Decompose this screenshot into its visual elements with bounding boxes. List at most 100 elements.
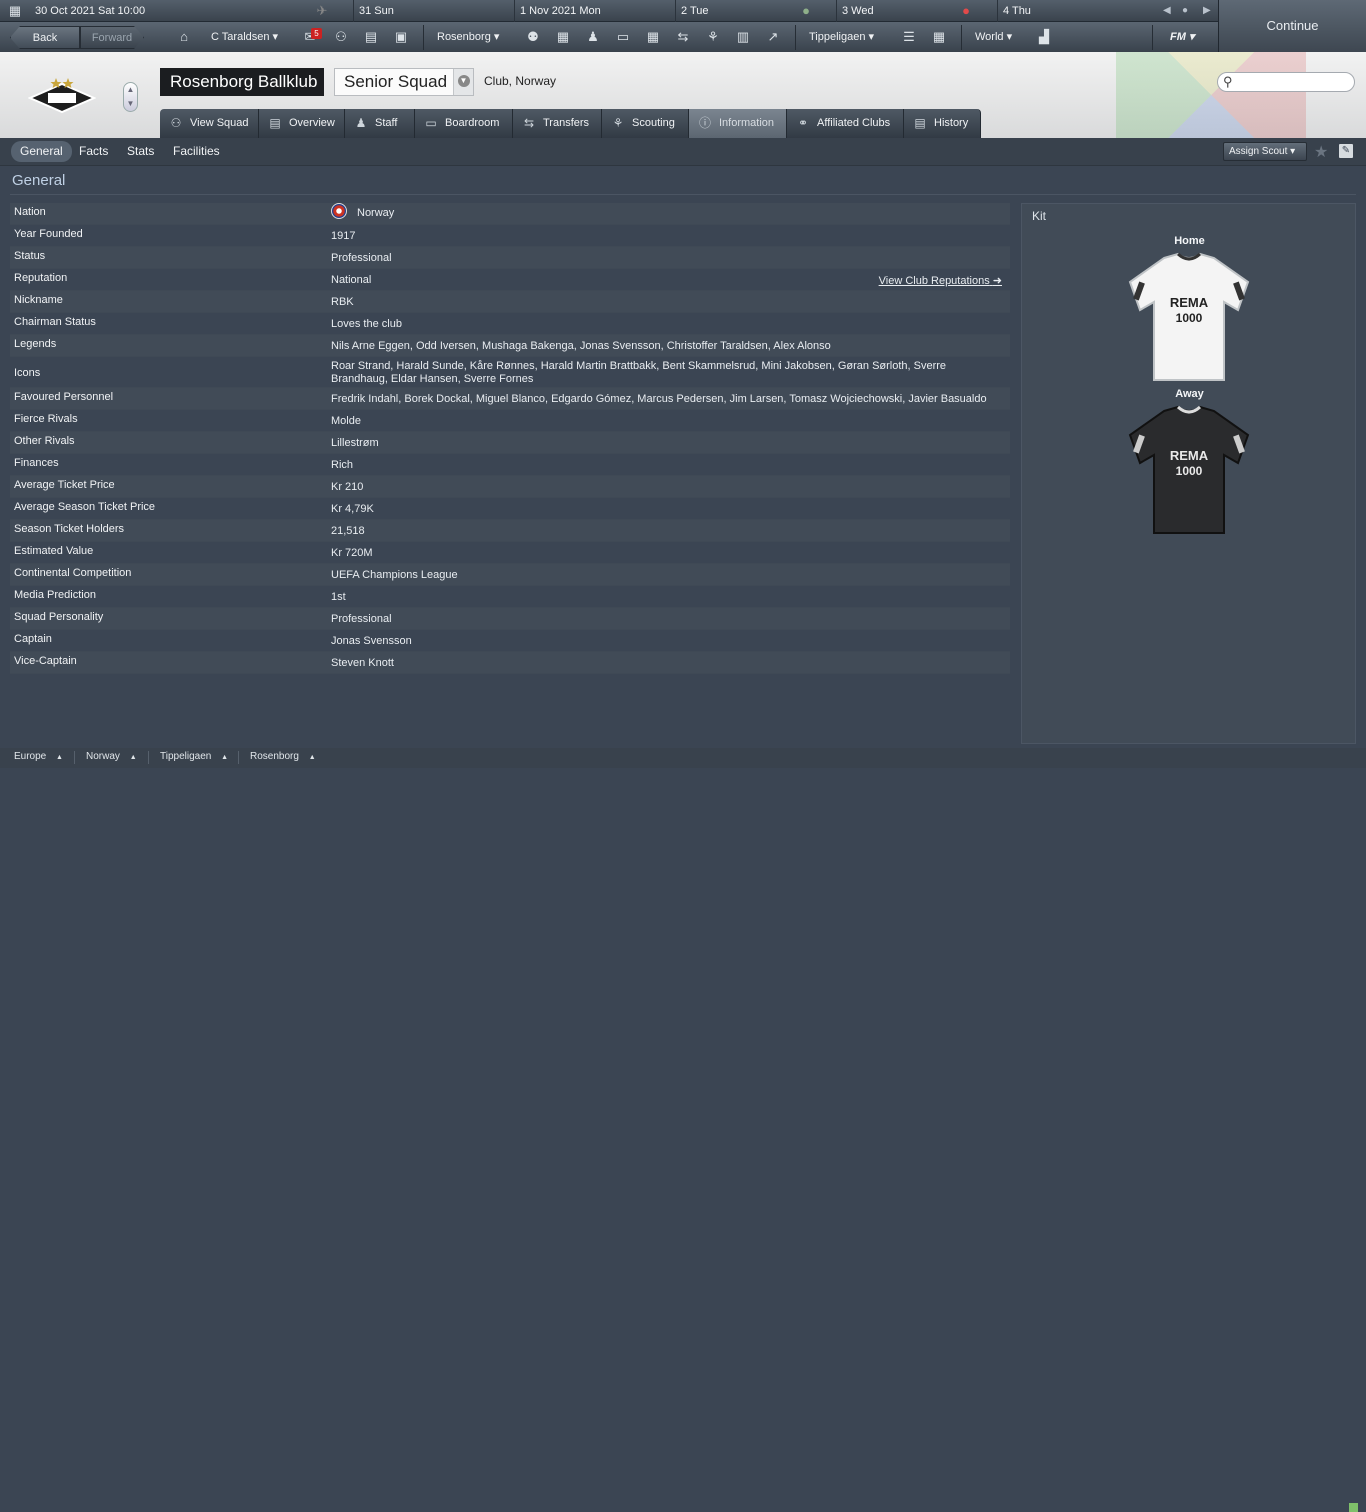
notes-icon[interactable]: ✎ <box>1339 144 1353 158</box>
row-label: Media Prediction <box>14 589 96 601</box>
info-row: Finances Rich <box>10 454 1010 476</box>
favourite-star-icon[interactable]: ★ <box>1314 142 1328 162</box>
row-value[interactable]: Nils Arne Eggen, Odd Iversen, Mushaga Ba… <box>331 340 1001 353</box>
row-value[interactable]: UEFA Champions League <box>331 569 1001 582</box>
squad-select-arrow[interactable]: ▼ <box>453 69 473 95</box>
row-value[interactable]: Norway <box>331 203 1001 220</box>
calendar-next-icon[interactable]: ▶ <box>1203 0 1211 22</box>
back-button[interactable]: Back <box>10 26 80 49</box>
subtab-stats[interactable]: Stats <box>118 141 163 162</box>
club-dropdown[interactable]: Rosenborg ▾ <box>437 26 499 49</box>
club-nation-label: Club, Norway <box>484 74 557 88</box>
view-club-reputations-link[interactable]: View Club Reputations ➜ <box>879 274 1002 287</box>
row-label: Average Ticket Price <box>14 479 115 491</box>
home-sponsor-text: REMA <box>1170 295 1209 310</box>
briefcase-icon[interactable]: ▣ <box>393 29 409 45</box>
club-switch-stepper[interactable]: ▲ ▼ <box>123 82 138 112</box>
squad-icon[interactable]: ⚉ <box>525 29 541 45</box>
tab-history[interactable]: ▤ History <box>904 109 981 138</box>
row-value[interactable]: Molde <box>331 415 1001 428</box>
row-value: Professional <box>331 613 392 625</box>
club-name: Rosenborg <box>437 31 491 43</box>
calendar-day[interactable]: 1 Nov 2021 Mon <box>514 0 674 22</box>
row-label: Icons <box>14 367 41 379</box>
world-label: World <box>975 31 1004 43</box>
tab-view-squad[interactable]: ⚇ View Squad <box>160 109 259 138</box>
row-value[interactable]: Lillestrøm <box>331 437 1001 450</box>
tab-staff[interactable]: ♟ Staff <box>345 109 415 138</box>
info-row: Continental Competition UEFA Champions Le… <box>10 564 1010 586</box>
league-name: Tippeligaen <box>809 31 866 43</box>
assign-scout-button[interactable]: Assign Scout ▾ <box>1223 142 1307 161</box>
manager-dropdown[interactable]: C Taraldsen ▾ <box>211 26 278 49</box>
compare-icon[interactable]: ▥ <box>735 29 751 45</box>
squad-icon: ⚇ <box>170 116 182 130</box>
tab-affiliated-clubs[interactable]: ⚭ Affiliated Clubs <box>787 109 904 138</box>
fm-menu[interactable]: FM ▾ <box>1170 26 1194 49</box>
breadcrumb-item[interactable]: Tippeligaen ▲ <box>160 751 228 762</box>
calendar-icon[interactable]: ▦ <box>7 3 23 19</box>
chevron-up-icon: ▲ <box>221 754 229 761</box>
league-dropdown[interactable]: Tippeligaen ▾ <box>809 26 874 49</box>
row-value[interactable]: Roar Strand, Harald Sunde, Kåre Rønnes, … <box>331 360 1001 386</box>
info-row: Status Professional <box>10 247 1010 269</box>
subtab-facilities[interactable]: Facilities <box>164 141 229 162</box>
stats-icon[interactable]: ↗ <box>765 29 781 45</box>
tab-boardroom[interactable]: ▭ Boardroom <box>415 109 513 138</box>
tab-information[interactable]: ⓘ Information <box>689 109 787 138</box>
schedule-icon[interactable]: ▦ <box>645 29 661 45</box>
tab-label: View Squad <box>190 117 249 129</box>
tab-label: Staff <box>375 117 398 129</box>
top-bar: ▦ 30 Oct 2021 Sat 10:00 ✈ 31 Sun 1 Nov 2… <box>0 0 1366 52</box>
row-value: RBK <box>331 296 354 308</box>
search-input[interactable]: ⚲ <box>1217 72 1355 92</box>
club-header: ▲ ▼ Rosenborg Ballklub Senior Squad ▼ Clu… <box>0 52 1366 138</box>
breadcrumb-item[interactable]: Europe ▲ <box>14 751 63 762</box>
row-value[interactable]: Fredrik Indahl, Borek Dockal, Miguel Bla… <box>331 393 1001 406</box>
breadcrumb-item[interactable]: Rosenborg ▲ <box>250 751 316 762</box>
breadcrumb-item[interactable]: Norway ▲ <box>86 751 137 762</box>
breadcrumb-label: Europe <box>14 751 47 762</box>
scouting-icon[interactable]: ⚘ <box>705 29 721 45</box>
world-dropdown[interactable]: World ▾ <box>975 26 1012 49</box>
row-label: Chairman Status <box>14 316 96 328</box>
clipboard-icon[interactable]: ▤ <box>363 29 379 45</box>
chevron-up-icon: ▲ <box>56 754 63 761</box>
fixtures-icon[interactable]: ▦ <box>931 29 947 45</box>
tactics-icon[interactable]: ▦ <box>555 29 571 45</box>
row-value[interactable]: Jonas Svensson <box>331 635 1001 648</box>
subtab-general[interactable]: General <box>11 141 72 162</box>
calendar-day[interactable]: 31 Sun <box>353 0 513 22</box>
chevron-up-icon: ▲ <box>129 754 137 761</box>
link-icon: ⚭ <box>797 116 809 130</box>
squad-select[interactable]: Senior Squad ▼ <box>334 68 474 96</box>
continue-button[interactable]: Continue <box>1218 0 1366 52</box>
finances-icon[interactable]: ▭ <box>615 29 631 45</box>
podium-icon[interactable]: ▟ <box>1036 29 1052 45</box>
sub-tab-bar: General Facts Stats Facilities Assign Sc… <box>0 138 1366 166</box>
fm-label: FM <box>1170 31 1186 43</box>
calendar-prev-icon[interactable]: ◀ <box>1163 0 1171 22</box>
row-label: Captain <box>14 633 52 645</box>
forward-button[interactable]: Forward <box>80 26 144 49</box>
binoculars-icon: ⚘ <box>612 116 624 130</box>
tab-transfers[interactable]: ⇆ Transfers <box>513 109 602 138</box>
people-icon[interactable]: ⚇ <box>333 29 349 45</box>
info-row: Other Rivals Lillestrøm <box>10 432 1010 454</box>
info-row: Icons Roar Strand, Harald Sunde, Kåre Røn… <box>10 357 1010 388</box>
training-icon[interactable]: ♟ <box>585 29 601 45</box>
tab-label: Scouting <box>632 117 675 129</box>
calendar-today-icon[interactable]: ● <box>1182 0 1188 22</box>
home-icon[interactable]: ⌂ <box>176 29 192 45</box>
row-label: Squad Personality <box>14 611 104 623</box>
row-value: Kr 4,79K <box>331 503 374 515</box>
info-icon: ⓘ <box>698 116 711 130</box>
subtab-facts[interactable]: Facts <box>70 141 117 162</box>
transfers-icon[interactable]: ⇆ <box>675 29 691 45</box>
list-icon[interactable]: ☰ <box>901 29 917 45</box>
row-value[interactable]: Steven Knott <box>331 657 1001 670</box>
calendar-day[interactable]: 4 Thu <box>997 0 1157 22</box>
row-label: Season Ticket Holders <box>14 523 125 535</box>
tab-overview[interactable]: ▤ Overview <box>259 109 345 138</box>
tab-scouting[interactable]: ⚘ Scouting <box>602 109 689 138</box>
